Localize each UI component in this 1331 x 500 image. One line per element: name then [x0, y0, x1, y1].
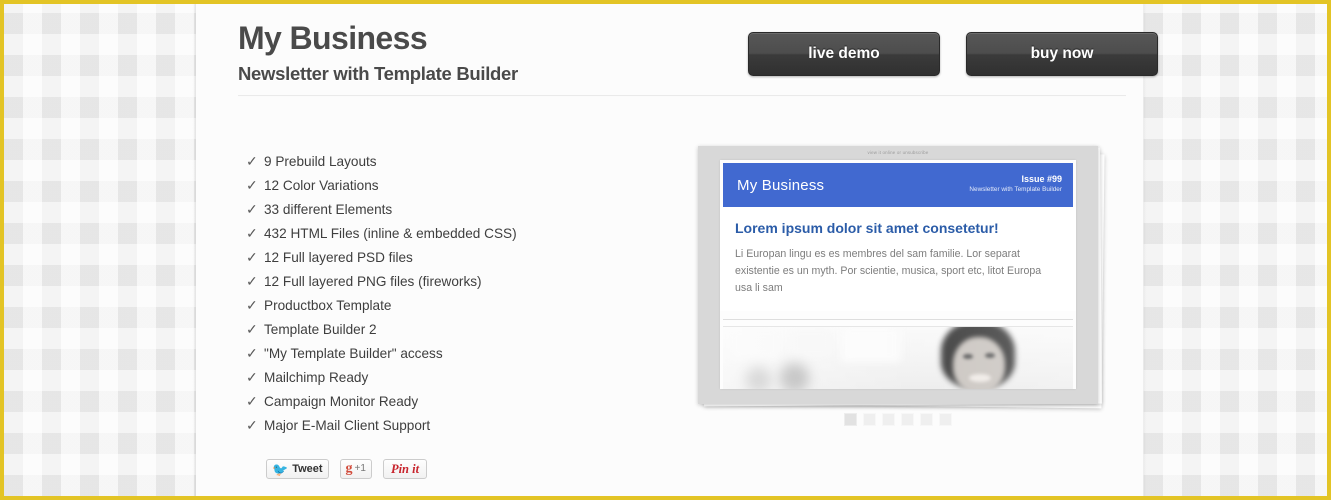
photo-background-person — [745, 367, 771, 389]
feature-item: ✓ Productbox Template — [246, 297, 666, 321]
photo-background-shape — [731, 329, 779, 359]
feature-item: ✓ 9 Prebuild Layouts — [246, 153, 666, 177]
feature-list: ✓ 9 Prebuild Layouts ✓ 12 Color Variations ✓… — [246, 153, 666, 441]
feature-item-label: 9 Prebuild Layouts — [264, 154, 377, 169]
feature-item: ✓ 432 HTML Files (inline & embedded CSS) — [246, 225, 666, 249]
social-share-bar: 🐦 Tweet g +1 Pin it — [266, 459, 428, 479]
check-icon: ✓ — [246, 249, 258, 265]
feature-item: ✓ 12 Full layered PSD files — [246, 249, 666, 273]
photo-background-shape — [789, 329, 831, 357]
pinterest-pin-button[interactable]: Pin it — [382, 459, 428, 479]
feature-item: ✓ 12 Color Variations — [246, 177, 666, 201]
google-plus-one-button[interactable]: g +1 — [339, 459, 372, 479]
photo-background-person — [779, 363, 809, 389]
feature-item-label: 12 Full layered PSD files — [264, 250, 413, 265]
newsletter-preview-slider[interactable]: view it online or unsubscribe My Busines… — [698, 146, 1108, 426]
check-icon: ✓ — [246, 201, 258, 217]
content-panel-inner: My Business Newsletter with Template Bui… — [238, 4, 1158, 496]
feature-item-label: "My Template Builder" access — [264, 346, 443, 361]
newsletter-headline: Lorem ipsum dolor sit amet consetetur! — [735, 220, 999, 236]
newsletter-content: Lorem ipsum dolor sit amet consetetur! L… — [720, 207, 1076, 311]
feature-item: ✓ Mailchimp Ready — [246, 369, 666, 393]
slider-pagination[interactable] — [698, 413, 1098, 426]
tweet-button[interactable]: 🐦 Tweet — [266, 459, 329, 479]
newsletter-brand: My Business — [737, 177, 825, 194]
check-icon: ✓ — [246, 225, 258, 241]
newsletter-view-online-link[interactable]: view it online or unsubscribe — [698, 150, 1098, 155]
check-icon: ✓ — [246, 273, 258, 289]
newsletter-header-bar: My Business Issue #99 Newsletter with Te… — [723, 163, 1073, 207]
newsletter-issue-number: Issue #99 — [1021, 174, 1062, 184]
tweet-button-label: Tweet — [292, 462, 323, 475]
newsletter-divider — [723, 319, 1073, 320]
twitter-bird-icon: 🐦 — [272, 461, 289, 477]
photo-woman-eye — [985, 353, 995, 358]
check-icon: ✓ — [246, 153, 258, 169]
photo-background-shape — [841, 328, 901, 362]
google-plus-count: +1 — [354, 463, 366, 474]
feature-item-label: Major E-Mail Client Support — [264, 418, 431, 433]
check-icon: ✓ — [246, 297, 258, 313]
feature-item-label: 12 Color Variations — [264, 178, 379, 193]
feature-item: ✓ 33 different Elements — [246, 201, 666, 225]
content-panel: My Business Newsletter with Template Bui… — [196, 4, 1158, 496]
newsletter-photo — [723, 326, 1073, 389]
feature-item-label: Campaign Monitor Ready — [264, 394, 419, 409]
photo-woman-smile — [969, 374, 991, 382]
feature-item: ✓ Template Builder 2 — [246, 321, 666, 345]
check-icon: ✓ — [246, 177, 258, 193]
feature-item: ✓ Major E-Mail Client Support — [246, 417, 666, 441]
newsletter-issue-subtitle: Newsletter with Template Builder — [969, 186, 1062, 193]
slider-dot[interactable] — [882, 413, 895, 426]
photo-woman-eye — [963, 354, 973, 359]
feature-item: ✓ Campaign Monitor Ready — [246, 393, 666, 417]
check-icon: ✓ — [246, 393, 258, 409]
feature-item-label: 33 different Elements — [264, 202, 393, 217]
check-icon: ✓ — [246, 345, 258, 361]
feature-item: ✓ 12 Full layered PNG files (fireworks) — [246, 273, 666, 297]
page-frame: My Business Newsletter with Template Bui… — [0, 0, 1331, 500]
newsletter-body: My Business Issue #99 Newsletter with Te… — [720, 160, 1076, 389]
feature-item-label: 432 HTML Files (inline & embedded CSS) — [264, 226, 517, 241]
check-icon: ✓ — [246, 369, 258, 385]
google-plus-icon: g — [345, 461, 353, 476]
check-icon: ✓ — [246, 321, 258, 337]
slider-dot[interactable] — [939, 413, 952, 426]
feature-item-label: Productbox Template — [264, 298, 392, 313]
slider-dot[interactable] — [901, 413, 914, 426]
live-demo-button[interactable]: live demo — [748, 32, 940, 76]
newsletter-body-text: Li Europan lingu es es membres del sam f… — [735, 248, 1042, 294]
preview-sheet-front[interactable]: view it online or unsubscribe My Busines… — [698, 146, 1098, 404]
slider-dot[interactable] — [844, 413, 857, 426]
feature-item-label: Mailchimp Ready — [264, 370, 369, 385]
feature-item-label: 12 Full layered PNG files (fireworks) — [264, 274, 482, 289]
buy-now-button[interactable]: buy now — [966, 32, 1158, 76]
header-divider — [238, 95, 1126, 97]
slider-dot[interactable] — [920, 413, 933, 426]
feature-item-label: Template Builder 2 — [264, 322, 377, 337]
check-icon: ✓ — [246, 417, 258, 433]
feature-item: ✓ "My Template Builder" access — [246, 345, 666, 369]
slider-dot[interactable] — [863, 413, 876, 426]
